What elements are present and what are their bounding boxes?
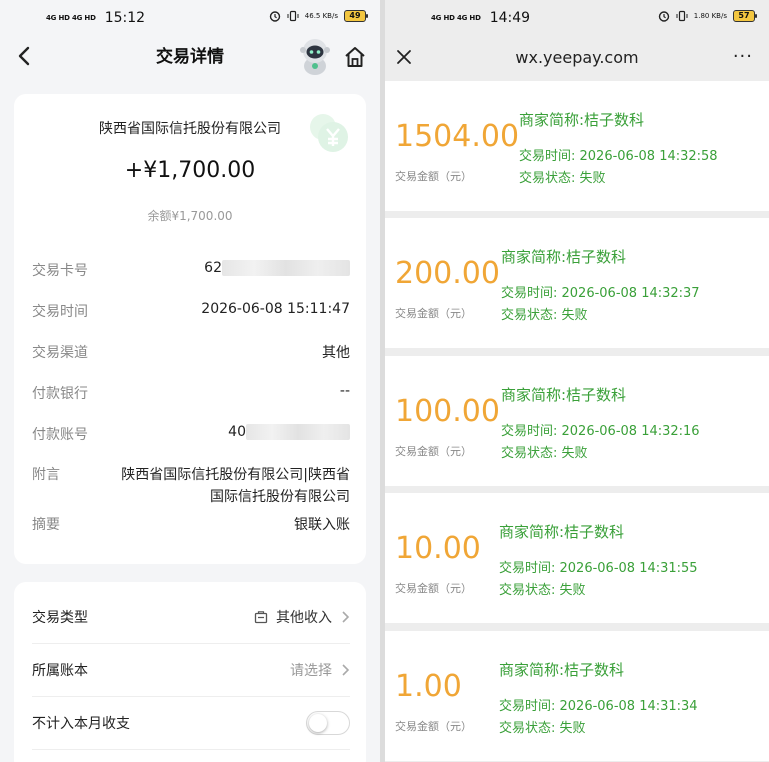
status-time: 14:49 (489, 10, 531, 26)
transaction-status: 交易状态: 失败 (519, 171, 606, 186)
merchant-name: 商家简称:桔子数科 (519, 111, 645, 129)
row-value: 62 (204, 260, 350, 280)
page-url: wx.yeepay.com (515, 48, 639, 67)
amount-label: 交易金额（元） (395, 307, 472, 320)
amount-label: 交易金额（元） (395, 582, 472, 595)
transaction-amount: 1504.00 (395, 119, 520, 154)
battery-indicator: 57 (733, 10, 757, 22)
alarm-icon (269, 11, 280, 22)
transaction-record[interactable]: 200.00 交易金额（元） 商家简称:桔子数科交易时间: 2026-06-08 1… (385, 218, 769, 348)
card-number-prefix: 62 (204, 260, 222, 276)
transaction-amount: 10.00 (395, 531, 481, 566)
row-label: 交易渠道 (32, 345, 88, 361)
chevron-right-icon (342, 610, 350, 623)
alarm-icon (658, 11, 669, 22)
network-speed: 46.5 KB/s (304, 11, 338, 20)
detail-row-payer-bank: 付款银行 -- (32, 383, 350, 403)
row-label: 交易类型 (32, 609, 88, 626)
row-value: 陕西省国际信托股份有限公司|陕西省国际信托股份有限公司 (121, 467, 350, 505)
exclude-toggle[interactable] (306, 710, 350, 735)
transaction-time: 交易时间: 2026-06-08 14:31:34 (499, 699, 698, 714)
transaction-record[interactable]: 1.00 交易金额（元） 商家简称:桔子数科交易时间: 2026-06-08 14:… (385, 631, 769, 761)
merchant-name: 商家简称:桔子数科 (499, 523, 625, 541)
vibrate-icon (287, 10, 299, 22)
row-value: 其他 (322, 345, 350, 361)
account-book-row[interactable]: 所属账本 请选择 (32, 643, 350, 696)
chevron-right-icon (342, 663, 350, 676)
transaction-status: 交易状态: 失败 (499, 583, 586, 598)
home-icon[interactable] (342, 44, 368, 70)
detail-row-card-number: 交易卡号 62 (32, 260, 350, 280)
detail-row-payer-account: 付款账号 40 (32, 424, 350, 444)
row-value: 其他收入 (276, 609, 332, 626)
detail-row-memo: 附言 陕西省国际信托股份有限公司|陕西省国际信托股份有限公司 (32, 464, 350, 508)
transaction-time: 交易时间: 2026-06-08 14:32:58 (519, 149, 718, 164)
battery-indicator: 49 (344, 10, 368, 22)
transaction-status: 交易状态: 失败 (501, 308, 588, 323)
row-value: 银联入账 (294, 517, 350, 533)
masked-region (222, 260, 350, 276)
row-label: 付款账号 (32, 427, 88, 443)
merchant-name: 商家简称:桔子数科 (499, 661, 625, 679)
detail-row-summary: 摘要 银联入账 (32, 514, 350, 534)
transaction-detail-card: 陕西省国际信托股份有限公司 +¥1,700.00 余额¥1,700.00 交易卡… (14, 94, 366, 564)
row-label: 不计入本月收支 (32, 715, 130, 732)
merchant-name: 商家简称:桔子数科 (501, 386, 627, 404)
detail-row-channel: 交易渠道 其他 (32, 342, 350, 362)
transaction-status: 交易状态: 失败 (501, 446, 588, 461)
amount-label: 交易金额（元） (395, 445, 472, 458)
detail-row-time: 交易时间 2026-06-08 15:11:47 (32, 301, 350, 321)
row-value: -- (339, 383, 350, 399)
network-indicator: 4G HD 4G HD (46, 14, 96, 22)
exclude-monthly-row: 不计入本月收支 (32, 696, 350, 749)
row-value: 40 (228, 424, 350, 444)
more-menu-icon[interactable]: ··· (733, 46, 753, 67)
masked-region (246, 424, 350, 440)
browser-header: wx.yeepay.com ··· (385, 36, 769, 80)
vibrate-icon (676, 10, 688, 22)
transaction-settings-card: 交易类型 其他收入 所属账本 请选择 不计入本月收支 (14, 582, 366, 762)
row-label: 交易卡号 (32, 263, 88, 279)
row-label: 交易时间 (32, 304, 88, 320)
transaction-status: 交易状态: 失败 (499, 721, 586, 736)
row-label: 摘要 (32, 517, 60, 533)
row-value: 2026-06-08 15:11:47 (201, 301, 350, 317)
balance-text: 余额¥1,700.00 (147, 209, 233, 223)
row-label: 附言 (32, 467, 60, 483)
transaction-time: 交易时间: 2026-06-08 14:32:37 (501, 286, 700, 301)
transaction-record[interactable]: 100.00 交易金额（元） 商家简称:桔子数科交易时间: 2026-06-08 1… (385, 356, 769, 486)
status-bar: 4G HD 4G HD 15:12 46.5 KB/s 49 (0, 0, 380, 36)
network-indicator: 4G HD 4G HD (431, 14, 481, 22)
transaction-amount: 100.00 (395, 394, 500, 429)
transaction-amount: 200.00 (395, 256, 500, 291)
transaction-record[interactable]: 1504.00 交易金额（元） 商家简称:桔子数科交易时间: 2026-06-08 … (385, 81, 769, 211)
row-label: 所属账本 (32, 662, 88, 679)
status-time: 15:12 (104, 10, 146, 26)
transaction-amount: 1.00 (395, 669, 462, 704)
status-bar: 4G HD 4G HD 14:49 1.80 KB/s 57 (385, 0, 769, 36)
divider (32, 749, 350, 750)
nav-header: 交易详情 (0, 36, 380, 76)
amount-label: 交易金额（元） (395, 720, 472, 733)
right-screen: 4G HD 4G HD 14:49 1.80 KB/s 57 wx.yeepay… (385, 0, 769, 762)
transaction-type-row[interactable]: 交易类型 其他收入 (32, 590, 350, 643)
left-screen: 4G HD 4G HD 15:12 46.5 KB/s 49 交易详情 陕西省国… (0, 0, 380, 762)
transaction-time: 交易时间: 2026-06-08 14:31:55 (499, 561, 698, 576)
robot-mascot-icon[interactable] (296, 36, 334, 76)
amount-label: 交易金额（元） (395, 170, 472, 183)
yuan-coin-icon (310, 114, 348, 152)
category-icon (254, 610, 268, 623)
transaction-time: 交易时间: 2026-06-08 14:32:16 (501, 424, 700, 439)
account-prefix: 40 (228, 424, 246, 440)
row-label: 付款银行 (32, 386, 88, 402)
transaction-record[interactable]: 10.00 交易金额（元） 商家简称:桔子数科交易时间: 2026-06-08 14… (385, 493, 769, 623)
row-value: 请选择 (290, 662, 332, 679)
transaction-amount: +¥1,700.00 (124, 158, 256, 183)
network-speed: 1.80 KB/s (693, 11, 727, 20)
merchant-name: 商家简称:桔子数科 (501, 248, 627, 266)
